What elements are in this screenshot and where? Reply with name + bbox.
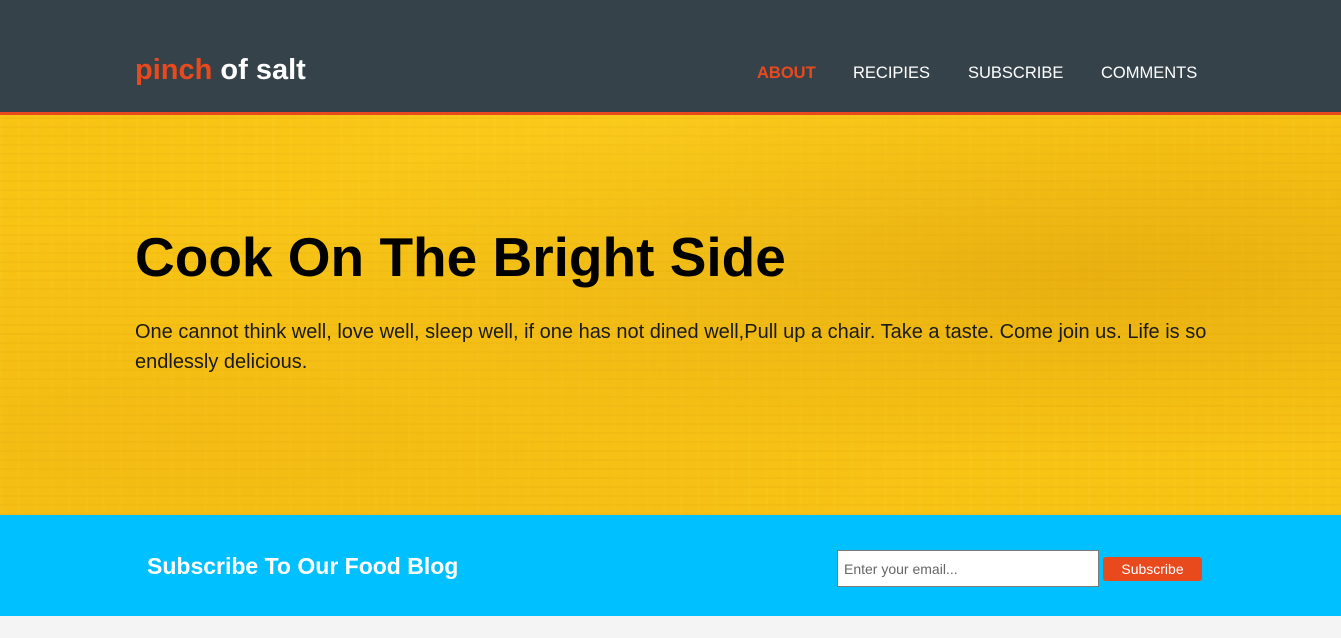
brand-rest: of salt — [212, 54, 306, 86]
site-logo[interactable]: pinch of salt — [135, 52, 306, 88]
subscribe-button[interactable]: Subscribe — [1103, 557, 1202, 581]
hero-title: Cook On The Bright Side — [135, 226, 786, 288]
nav-item-recipies[interactable]: RECIPIES — [853, 63, 930, 83]
hero-text: One cannot think well, love well, sleep … — [135, 321, 1207, 373]
nav-item-comments[interactable]: COMMENTS — [1101, 63, 1197, 83]
hero-showcase: Cook On The Bright Side One cannot think… — [0, 115, 1341, 515]
nav-item-about[interactable]: ABOUT — [757, 63, 816, 83]
site-header: pinch of salt ABOUT RECIPIES SUBSCRIBE C… — [0, 0, 1341, 112]
email-field[interactable] — [837, 550, 1099, 587]
newsletter-title: Subscribe To Our Food Blog — [147, 553, 459, 579]
newsletter-section: Subscribe To Our Food Blog Subscribe — [0, 515, 1341, 616]
page-background-strip — [0, 616, 1341, 638]
brand-highlight: pinch — [135, 54, 213, 86]
nav-item-subscribe[interactable]: SUBSCRIBE — [968, 63, 1063, 83]
